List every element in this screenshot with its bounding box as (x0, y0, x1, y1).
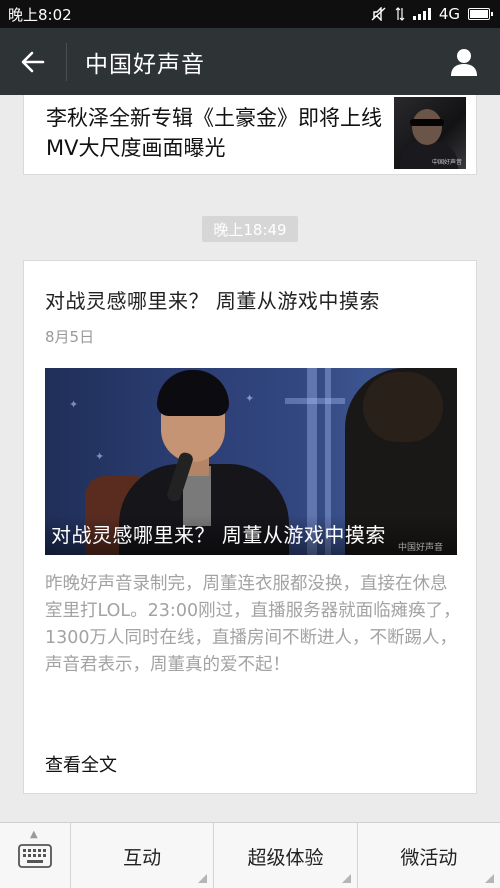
status-bar: 晚上8:02 4G (0, 0, 500, 28)
arrow-left-icon (21, 51, 45, 72)
menu-item-micro-activity[interactable]: 微活动 (358, 823, 500, 888)
article-date: 8月5日 (45, 328, 95, 346)
article-card[interactable]: 对战灵感哪里来？ 周董从游戏中摸索 8月5日 ✦ ✦ ✦ 对战灵感哪里来？ 周董… (23, 260, 477, 794)
image-caption: 对战灵感哪里来？ 周董从游戏中摸索 (45, 515, 457, 555)
prev-article-thumbnail: 中国好声音 (394, 97, 466, 169)
submenu-indicator-icon (484, 874, 494, 883)
article-summary: 昨晚好声音录制完，周董连衣服都没换，直接在休息室里打LOL。23:00刚过，直播… (45, 574, 461, 675)
profile-button[interactable] (428, 28, 500, 95)
submenu-indicator-icon (341, 874, 351, 883)
menu-item-super-experience[interactable]: 超级体验 (214, 823, 358, 888)
signal-icon (412, 8, 431, 20)
prev-article-title: 李秋泽全新专辑《土豪金》即将上线 MV大尺度画面曝光 (46, 106, 382, 160)
read-more-link[interactable]: 查看全文 (45, 751, 117, 777)
person-icon (451, 48, 477, 76)
nav-bar: 中国好声音 (0, 28, 500, 95)
page-title: 中国好声音 (85, 51, 205, 78)
mute-icon (371, 7, 386, 21)
status-time: 晚上8:02 (8, 5, 72, 24)
menu-item-label: 互动 (123, 846, 162, 869)
thumbnail-watermark: 中国好声音 (431, 159, 462, 166)
battery-level (470, 10, 488, 18)
submenu-indicator-icon (198, 874, 208, 883)
keyboard-toggle-button[interactable]: ▲ (0, 823, 71, 888)
status-icons: 4G (371, 5, 493, 23)
bottom-menu: ▲ 互动 超级体验 微活动 (0, 822, 500, 888)
battery-icon (468, 8, 493, 20)
menu-item-label: 超级体验 (247, 846, 324, 869)
network-type: 4G (438, 5, 460, 23)
time-stamp: 晚上18:49 (202, 216, 298, 242)
data-arrows-icon (395, 7, 405, 21)
article-cover-image[interactable]: ✦ ✦ ✦ 对战灵感哪里来？ 周董从游戏中摸索 中国好声音 (45, 368, 457, 555)
article-card-previous[interactable]: 李秋泽全新专辑《土豪金》即将上线 MV大尺度画面曝光 中国好声音 (23, 95, 477, 175)
chevron-up-icon: ▲ (30, 829, 38, 840)
image-watermark: 中国好声音 (397, 543, 443, 553)
image-caption-text: 对战灵感哪里来？ 周董从游戏中摸索 (51, 523, 386, 547)
menu-item-interact[interactable]: 互动 (71, 823, 215, 888)
article-title: 对战灵感哪里来？ 周董从游戏中摸索 (45, 289, 380, 313)
keyboard-icon (18, 844, 52, 868)
back-button[interactable] (0, 28, 66, 95)
message-list[interactable]: 李秋泽全新专辑《土豪金》即将上线 MV大尺度画面曝光 中国好声音 晚上18:49… (0, 95, 500, 822)
menu-item-label: 微活动 (400, 846, 458, 869)
